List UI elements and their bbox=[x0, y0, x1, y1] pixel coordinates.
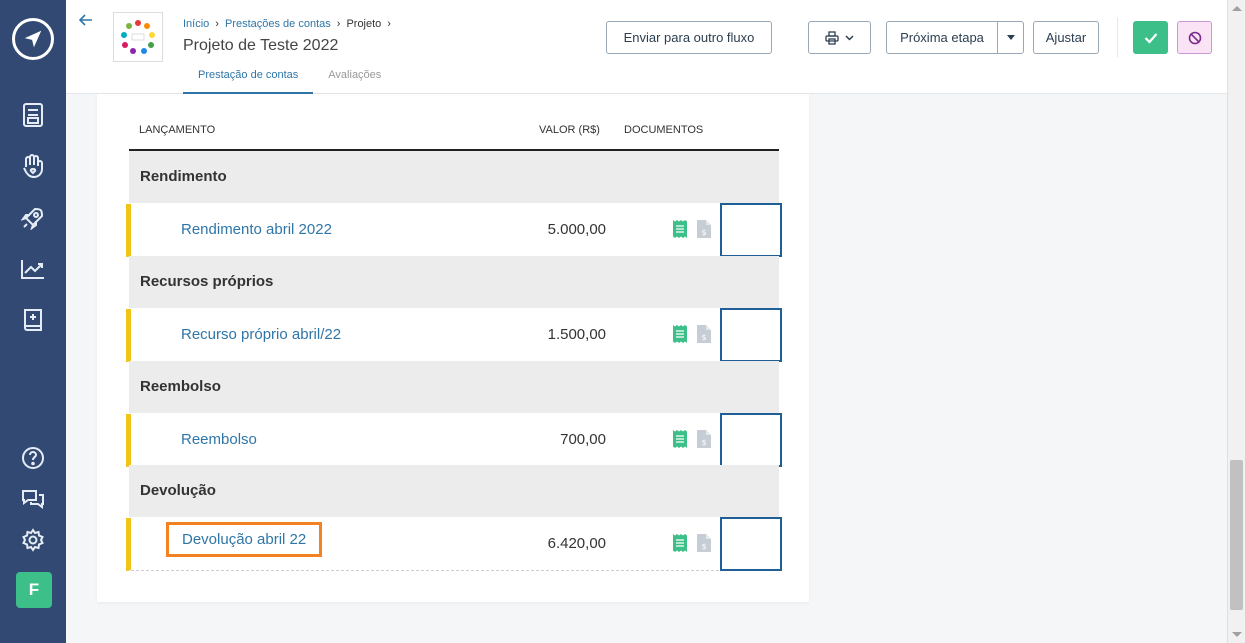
chevron-down-icon bbox=[845, 34, 854, 41]
tabs: Prestação de contas Avaliações bbox=[183, 62, 396, 94]
column-documents: DOCUMENTOS bbox=[624, 124, 704, 136]
entry-link[interactable]: Reembolso bbox=[181, 431, 257, 448]
breadcrumb-separator: › bbox=[336, 18, 341, 30]
attachment-box[interactable] bbox=[720, 413, 782, 467]
scrollbar[interactable] bbox=[1227, 0, 1245, 643]
receipt-icon[interactable] bbox=[672, 219, 688, 239]
file-dollar-icon[interactable]: $ bbox=[696, 219, 712, 239]
caret-down-icon bbox=[1006, 35, 1015, 40]
svg-text:$: $ bbox=[701, 542, 706, 551]
next-step-button[interactable]: Próxima etapa bbox=[886, 21, 998, 54]
header: Início › Prestações de contas › Projeto … bbox=[66, 0, 1227, 94]
scroll-down-arrow[interactable] bbox=[1232, 632, 1242, 637]
scroll-thumb[interactable] bbox=[1230, 460, 1243, 610]
column-value: VALOR (R$) bbox=[539, 124, 600, 136]
block-icon bbox=[1188, 31, 1201, 44]
breadcrumb-project: Projeto bbox=[346, 18, 382, 30]
group-row: Rendimento bbox=[129, 151, 779, 203]
table-row: Devolução abril 22 6.420,00 $ bbox=[126, 517, 782, 571]
entry-value: 5.000,00 bbox=[547, 221, 606, 238]
send-to-other-flow-button[interactable]: Enviar para outro fluxo bbox=[606, 21, 772, 54]
breadcrumb: Início › Prestações de contas › Projeto … bbox=[183, 18, 391, 30]
printer-icon bbox=[825, 30, 839, 45]
table-row: Rendimento abril 2022 5.000,00 $ bbox=[126, 203, 782, 257]
svg-text:$: $ bbox=[701, 333, 706, 342]
book-icon[interactable] bbox=[18, 305, 48, 335]
entry-link[interactable]: Rendimento abril 2022 bbox=[181, 221, 332, 238]
attachment-box[interactable] bbox=[720, 203, 782, 257]
entry-value: 700,00 bbox=[560, 431, 606, 448]
file-dollar-icon[interactable]: $ bbox=[696, 429, 712, 449]
receipt-icon[interactable] bbox=[672, 324, 688, 344]
attachment-box[interactable] bbox=[720, 308, 782, 362]
adjust-button[interactable]: Ajustar bbox=[1033, 21, 1099, 54]
tab-accountability[interactable]: Prestação de contas bbox=[183, 62, 314, 94]
divider bbox=[1117, 17, 1118, 57]
avatar[interactable]: F bbox=[16, 572, 52, 608]
entry-link[interactable]: Recurso próprio abril/22 bbox=[181, 326, 341, 343]
table-row: Recurso próprio abril/22 1.500,00 $ bbox=[126, 308, 782, 362]
group-row: Reembolso bbox=[129, 361, 779, 413]
document-icon[interactable] bbox=[18, 100, 48, 130]
hand-heart-icon[interactable] bbox=[18, 151, 48, 181]
breadcrumb-accountabilities[interactable]: Prestações de contas bbox=[225, 18, 331, 30]
project-logo bbox=[113, 12, 163, 62]
column-launch: LANÇAMENTO bbox=[139, 124, 216, 136]
file-dollar-icon[interactable]: $ bbox=[696, 533, 712, 553]
scroll-up-arrow[interactable] bbox=[1232, 6, 1242, 11]
help-icon[interactable] bbox=[18, 443, 48, 473]
entry-link[interactable]: Devolução abril 22 bbox=[165, 522, 323, 557]
approve-button[interactable] bbox=[1133, 21, 1168, 54]
receipt-icon[interactable] bbox=[672, 429, 688, 449]
rocket-icon[interactable] bbox=[18, 203, 48, 233]
attachment-box[interactable] bbox=[720, 517, 782, 571]
breadcrumb-home[interactable]: Início bbox=[183, 18, 209, 30]
group-row: Devolução bbox=[129, 465, 779, 517]
svg-text:$: $ bbox=[701, 438, 706, 447]
page-title: Projeto de Teste 2022 bbox=[183, 37, 339, 54]
reject-button[interactable] bbox=[1177, 21, 1212, 54]
check-icon bbox=[1144, 32, 1157, 44]
group-row: Recursos próprios bbox=[129, 256, 779, 308]
gear-icon[interactable] bbox=[18, 525, 48, 555]
print-button[interactable] bbox=[808, 21, 871, 54]
file-dollar-icon[interactable]: $ bbox=[696, 324, 712, 344]
breadcrumb-separator: › bbox=[215, 18, 219, 30]
back-arrow-icon[interactable] bbox=[78, 12, 98, 32]
accountability-card: LANÇAMENTO VALOR (R$) DOCUMENTOS Rendime… bbox=[97, 94, 809, 602]
next-step-dropdown[interactable] bbox=[997, 21, 1024, 54]
tab-evaluations[interactable]: Avaliações bbox=[313, 62, 396, 94]
entry-value: 1.500,00 bbox=[547, 326, 606, 343]
svg-text:$: $ bbox=[701, 228, 706, 237]
entry-value: 6.420,00 bbox=[547, 535, 606, 552]
table-header: LANÇAMENTO VALOR (R$) DOCUMENTOS bbox=[129, 94, 779, 151]
receipt-icon[interactable] bbox=[672, 533, 688, 553]
chat-icon[interactable] bbox=[18, 484, 48, 514]
breadcrumb-separator: › bbox=[387, 18, 391, 30]
table-row: Reembolso 700,00 $ bbox=[126, 413, 782, 467]
logo-icon[interactable] bbox=[12, 18, 54, 60]
sidebar: F bbox=[0, 0, 66, 643]
chart-icon[interactable] bbox=[18, 254, 48, 284]
